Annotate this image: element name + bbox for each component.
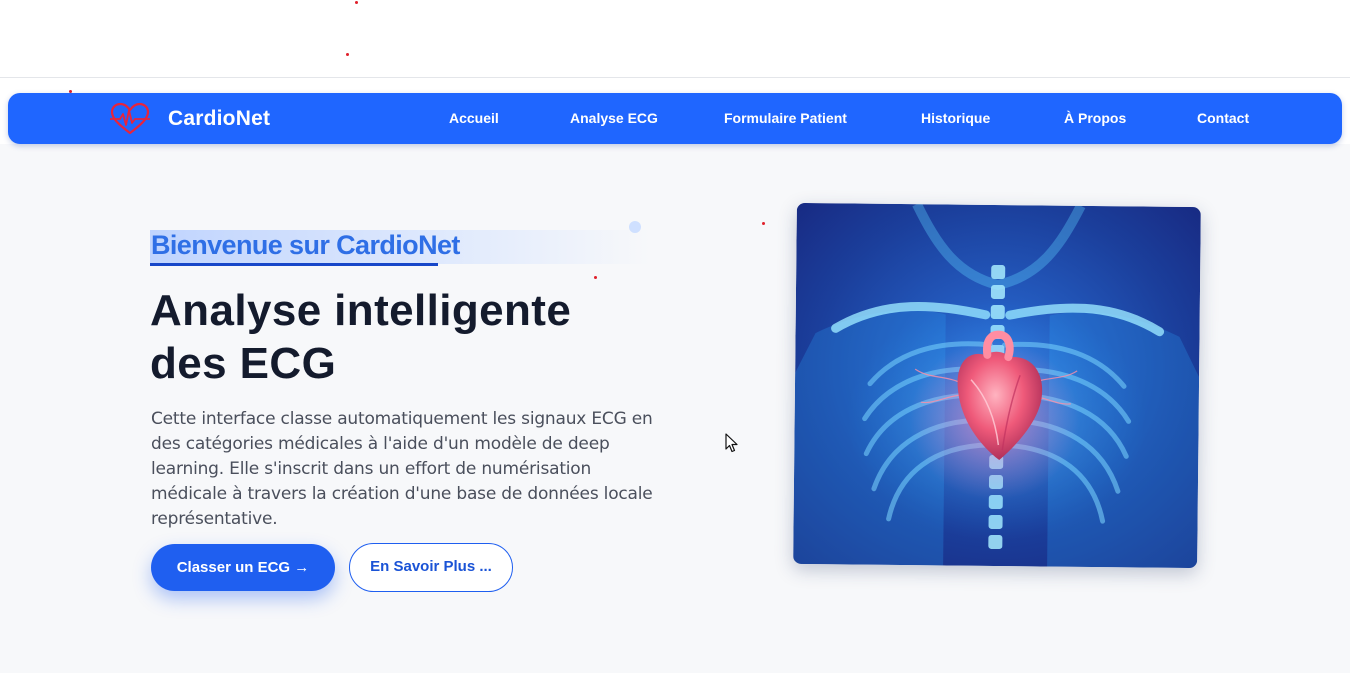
headline-line-1: Analyse intelligente xyxy=(150,286,572,335)
classify-ecg-button[interactable]: Classer un ECG → xyxy=(151,544,335,591)
decorative-dot xyxy=(629,221,641,233)
nav-link-a-propos[interactable]: À Propos xyxy=(1064,93,1126,144)
nav-link-accueil[interactable]: Accueil xyxy=(449,93,499,144)
mouse-pointer-icon xyxy=(725,433,738,453)
learn-more-button[interactable]: En Savoir Plus ... xyxy=(349,543,513,592)
heart-xray-image xyxy=(793,202,1201,569)
annotation-dot xyxy=(594,276,597,279)
top-blank-area xyxy=(0,0,1350,78)
nav-links: Accueil Analyse ECG Formulaire Patient H… xyxy=(8,93,1342,144)
hero-headline: Analyse intelligente des ECG xyxy=(150,284,670,390)
page: CardioNet Accueil Analyse ECG Formulaire… xyxy=(0,0,1350,673)
nav-link-historique[interactable]: Historique xyxy=(921,93,990,144)
nav-link-analyse-ecg[interactable]: Analyse ECG xyxy=(570,93,658,144)
annotation-dot xyxy=(762,222,765,225)
headline-line-2: des ECG xyxy=(150,339,337,388)
main-navbar: CardioNet Accueil Analyse ECG Formulaire… xyxy=(8,93,1342,144)
welcome-underline xyxy=(150,263,438,266)
welcome-text: Bienvenue sur CardioNet xyxy=(151,230,460,260)
annotation-dot xyxy=(355,1,358,4)
hero-description: Cette interface classe automatiquement l… xyxy=(151,409,653,529)
nav-link-contact[interactable]: Contact xyxy=(1197,93,1249,144)
annotation-dot xyxy=(346,53,349,56)
nav-link-formulaire-patient[interactable]: Formulaire Patient xyxy=(724,93,847,144)
welcome-heading: Bienvenue sur CardioNet xyxy=(150,228,650,266)
